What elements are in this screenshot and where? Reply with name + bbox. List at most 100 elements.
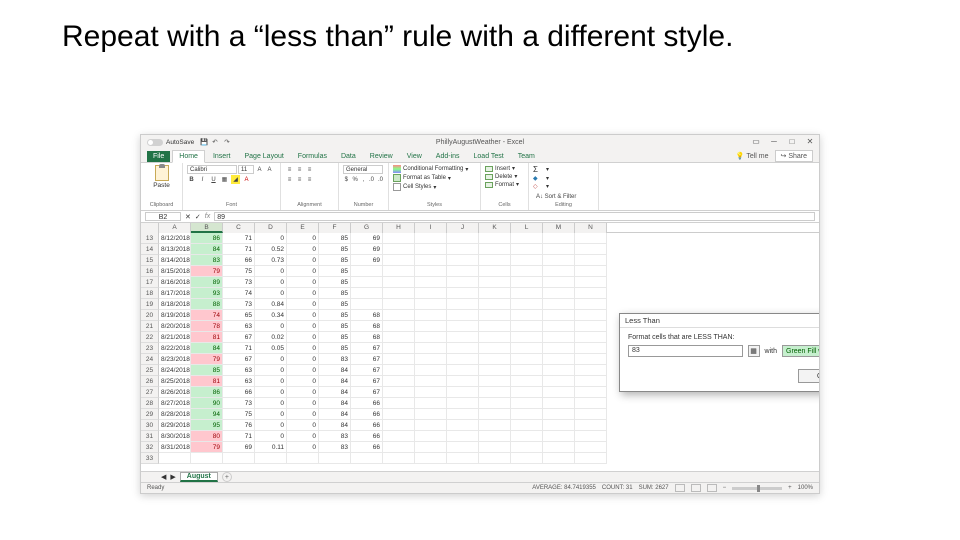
cell[interactable]: 0.73	[255, 255, 287, 266]
cell[interactable]	[479, 266, 511, 277]
cell[interactable]: 8/30/2018	[159, 431, 191, 442]
col-header-J[interactable]: J	[447, 223, 479, 233]
cell[interactable]	[415, 255, 447, 266]
cell[interactable]	[543, 299, 575, 310]
cell[interactable]	[575, 376, 607, 387]
col-header-D[interactable]: D	[255, 223, 287, 233]
cell[interactable]	[383, 310, 415, 321]
cell[interactable]	[543, 420, 575, 431]
cell[interactable]	[383, 453, 415, 464]
cell[interactable]	[415, 310, 447, 321]
cell[interactable]: 67	[351, 365, 383, 376]
cell[interactable]	[543, 376, 575, 387]
cell[interactable]: 0	[287, 266, 319, 277]
cell[interactable]: 84	[319, 387, 351, 398]
cell[interactable]: 0	[255, 354, 287, 365]
cell[interactable]	[575, 310, 607, 321]
cell[interactable]: 94	[191, 409, 223, 420]
cell[interactable]: 78	[191, 321, 223, 332]
cell[interactable]	[543, 354, 575, 365]
cell[interactable]: 0	[287, 387, 319, 398]
cell[interactable]	[351, 299, 383, 310]
conditional-formatting-button[interactable]: Conditional Formatting ▾	[393, 165, 476, 173]
cell[interactable]: 0.34	[255, 310, 287, 321]
shrink-font-icon[interactable]: A	[265, 165, 274, 174]
enter-formula-icon[interactable]: ✓	[195, 213, 201, 221]
cell[interactable]	[511, 299, 543, 310]
cell[interactable]	[447, 332, 479, 343]
cell[interactable]	[383, 321, 415, 332]
cell[interactable]	[479, 431, 511, 442]
align-left-icon[interactable]: ≡	[285, 175, 294, 184]
cell[interactable]: 85	[319, 332, 351, 343]
cell[interactable]	[575, 398, 607, 409]
view-normal-icon[interactable]	[675, 484, 685, 492]
cell[interactable]	[511, 376, 543, 387]
cell[interactable]	[511, 321, 543, 332]
cell[interactable]	[479, 244, 511, 255]
cell[interactable]: 0	[287, 442, 319, 453]
cell[interactable]	[543, 343, 575, 354]
cell[interactable]	[575, 266, 607, 277]
fx-icon[interactable]: fx	[205, 213, 210, 220]
col-header-G[interactable]: G	[351, 223, 383, 233]
cell[interactable]: 0	[287, 343, 319, 354]
cell[interactable]	[543, 266, 575, 277]
cell[interactable]	[575, 244, 607, 255]
cell[interactable]	[447, 409, 479, 420]
cell[interactable]: 8/21/2018	[159, 332, 191, 343]
cell[interactable]	[575, 321, 607, 332]
cell[interactable]	[447, 277, 479, 288]
tab-team[interactable]: Team	[512, 151, 541, 162]
col-header-K[interactable]: K	[479, 223, 511, 233]
cell[interactable]	[479, 442, 511, 453]
cell[interactable]	[415, 299, 447, 310]
zoom-slider[interactable]	[732, 487, 782, 490]
cell[interactable]: 8/26/2018	[159, 387, 191, 398]
cell[interactable]: 0	[255, 420, 287, 431]
cell[interactable]: 0	[255, 277, 287, 288]
cell[interactable]: 63	[223, 321, 255, 332]
cell[interactable]: 67	[351, 376, 383, 387]
cell[interactable]: 63	[223, 376, 255, 387]
sort-filter-button[interactable]: A↓ Sort & Filter	[533, 192, 579, 201]
col-header-B[interactable]: B	[191, 223, 223, 233]
cell[interactable]	[415, 321, 447, 332]
cell[interactable]: 8/17/2018	[159, 288, 191, 299]
cell[interactable]	[511, 288, 543, 299]
cell[interactable]	[351, 277, 383, 288]
cell[interactable]	[479, 310, 511, 321]
cell[interactable]: 67	[351, 354, 383, 365]
cell-styles-button[interactable]: Cell Styles ▾	[393, 183, 476, 191]
redo-icon[interactable]: ↷	[224, 138, 232, 146]
cell[interactable]: 89	[191, 277, 223, 288]
cell[interactable]: 0	[287, 365, 319, 376]
cell[interactable]: 85	[319, 310, 351, 321]
cell[interactable]: 66	[351, 398, 383, 409]
cell[interactable]	[383, 409, 415, 420]
cell[interactable]	[511, 442, 543, 453]
cell[interactable]: 73	[223, 398, 255, 409]
cell[interactable]: 0	[287, 409, 319, 420]
close-button[interactable]: ✕	[801, 135, 819, 149]
cell[interactable]	[575, 453, 607, 464]
cell[interactable]	[543, 409, 575, 420]
cell[interactable]: 84	[319, 409, 351, 420]
zoom-level[interactable]: 100%	[798, 485, 813, 491]
cell[interactable]: 67	[351, 343, 383, 354]
paste-button[interactable]: Paste	[145, 165, 178, 189]
cell[interactable]	[447, 442, 479, 453]
italic-button[interactable]: I	[198, 175, 207, 184]
cell[interactable]: 69	[351, 233, 383, 244]
cell[interactable]: 8/28/2018	[159, 409, 191, 420]
cell[interactable]	[511, 310, 543, 321]
row-header[interactable]: 20	[141, 310, 159, 321]
cell[interactable]	[383, 266, 415, 277]
cell[interactable]: 8/29/2018	[159, 420, 191, 431]
cell[interactable]: 85	[319, 288, 351, 299]
cell[interactable]	[383, 354, 415, 365]
cell[interactable]	[511, 398, 543, 409]
currency-button[interactable]: $	[343, 175, 349, 184]
cell[interactable]	[383, 398, 415, 409]
cell[interactable]: 0	[287, 277, 319, 288]
